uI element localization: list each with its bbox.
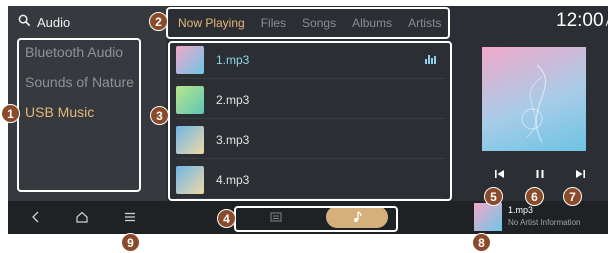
pause-icon[interactable] xyxy=(532,166,548,182)
clock: 12:00AM xyxy=(556,10,608,32)
audio-title: Audio xyxy=(37,14,71,30)
mini-album-thumbnail xyxy=(474,203,502,231)
callout-box-tabs xyxy=(166,7,450,39)
callout-badge: 8 xyxy=(472,233,491,252)
callout-box-source-list xyxy=(17,38,141,192)
callout-badge: 4 xyxy=(217,209,236,228)
mini-player[interactable]: 1.mp3 No Artist Information xyxy=(468,201,608,234)
audio-header[interactable]: Audio xyxy=(18,12,70,32)
previous-icon[interactable] xyxy=(492,166,508,182)
playback-controls xyxy=(486,166,585,182)
callout-box-song-list xyxy=(168,41,452,201)
album-art xyxy=(482,47,586,151)
callout-badge: 9 xyxy=(121,233,140,252)
menu-icon[interactable] xyxy=(122,209,138,225)
home-icon[interactable] xyxy=(74,209,90,225)
callout-badge: 7 xyxy=(563,187,582,206)
clock-time: 12:00 xyxy=(556,10,604,31)
callout-badge: 1 xyxy=(1,104,20,123)
callout-box-mode-toggle xyxy=(234,206,398,232)
next-icon[interactable] xyxy=(572,166,588,182)
search-icon xyxy=(18,14,31,30)
mini-song-title: 1.mp3 xyxy=(508,205,534,215)
callout-badge: 3 xyxy=(150,106,169,125)
callout-badge: 6 xyxy=(525,187,544,206)
callout-badge: 2 xyxy=(149,12,168,31)
back-icon[interactable] xyxy=(28,209,44,225)
callout-badge: 5 xyxy=(484,187,503,206)
mini-artist: No Artist Information xyxy=(508,218,581,227)
